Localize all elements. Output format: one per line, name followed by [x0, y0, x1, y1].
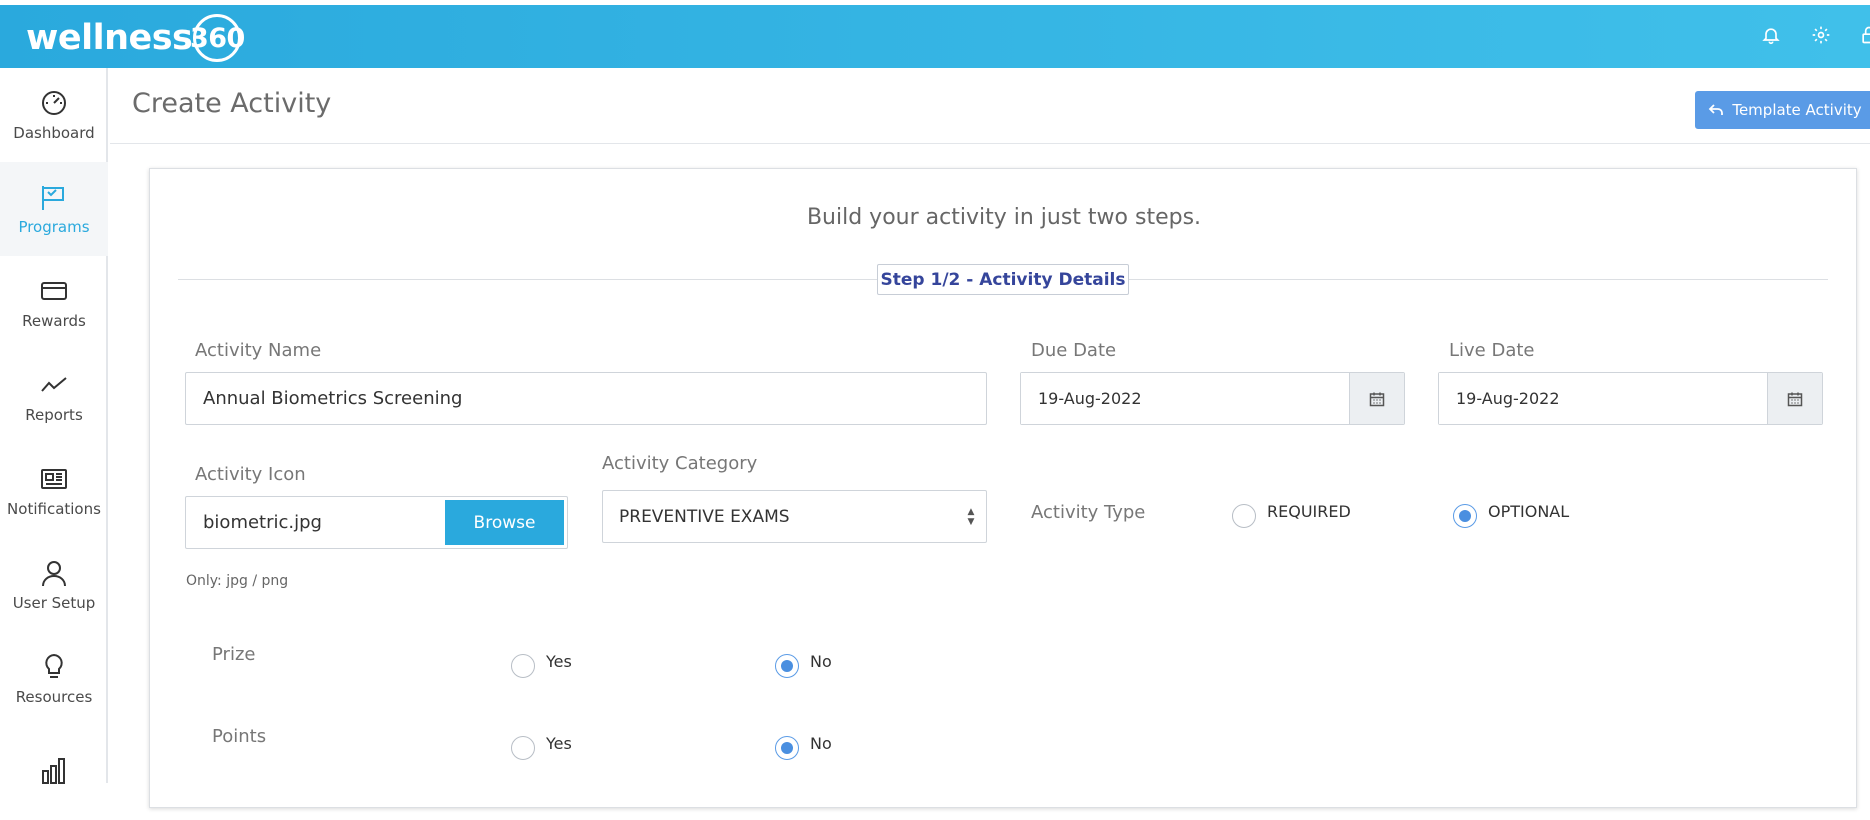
sidebar-item-user-setup[interactable]: User Setup: [0, 538, 108, 632]
sidebar-item-resources[interactable]: Resources: [0, 632, 108, 726]
activity-icon-filename: biometric.jpg: [203, 512, 322, 533]
sidebar-item-rewards[interactable]: Rewards: [0, 256, 108, 350]
activity-icon-field: biometric.jpg Browse: [185, 496, 568, 549]
points-no-radio[interactable]: [775, 736, 799, 760]
prize-yes-label: Yes: [546, 652, 572, 671]
step-badge: Step 1/2 - Activity Details: [877, 264, 1129, 295]
sidebar-item-reports[interactable]: Reports: [0, 350, 108, 444]
lock-icon[interactable]: [1859, 25, 1870, 49]
sidebar-item-notifications[interactable]: Notifications: [0, 444, 108, 538]
calendar-icon[interactable]: [1349, 373, 1404, 424]
lightbulb-icon: [45, 653, 63, 678]
bell-icon[interactable]: [1761, 25, 1785, 49]
page-header: Create Activity Template Activity: [110, 68, 1870, 144]
card-heading: Build your activity in just two steps.: [806, 205, 1202, 230]
activity-type-optional-radio[interactable]: [1453, 504, 1477, 528]
sidebar-item-programs[interactable]: Programs: [0, 162, 108, 256]
activity-icon-label: Activity Icon: [195, 464, 306, 485]
points-yes-radio[interactable]: [511, 736, 535, 760]
due-date-label: Due Date: [1031, 340, 1117, 361]
activity-form-card: Build your activity in just two steps. S…: [149, 168, 1857, 808]
activity-type-optional-label: OPTIONAL: [1488, 502, 1570, 521]
activity-type-required-radio[interactable]: [1232, 504, 1256, 528]
select-arrows-icon: ▲ ▼: [967, 506, 975, 527]
sidebar-item-label: Resources: [15, 688, 93, 706]
bar-chart-icon: [42, 758, 65, 784]
reply-arrow-icon: [1709, 104, 1724, 115]
due-date-field: [1020, 372, 1405, 425]
calendar-icon[interactable]: [1767, 373, 1822, 424]
live-date-label: Live Date: [1449, 340, 1535, 361]
activity-category-select[interactable]: PREVENTIVE EXAMS ▲ ▼: [602, 490, 987, 543]
prize-no-label: No: [810, 652, 832, 671]
logo-text: wellness: [26, 18, 193, 58]
live-date-field: [1438, 372, 1823, 425]
gear-icon[interactable]: [1811, 25, 1835, 49]
activity-name-input[interactable]: [185, 372, 987, 425]
sidebar-item-dashboard[interactable]: Dashboard: [0, 68, 108, 162]
activity-category-value: PREVENTIVE EXAMS: [619, 506, 790, 527]
top-bar: wellness 360: [0, 5, 1870, 68]
points-no-label: No: [810, 734, 832, 753]
trend-line-icon: [41, 377, 67, 392]
prize-label: Prize: [212, 644, 256, 665]
activity-category-label: Activity Category: [602, 453, 758, 474]
sidebar-item-label: User Setup: [12, 594, 96, 612]
logo-number: 360: [190, 14, 245, 62]
points-yes-label: Yes: [546, 734, 572, 753]
points-label: Points: [212, 726, 267, 747]
activity-type-required-label: REQUIRED: [1267, 502, 1351, 521]
sidebar-item-label: Reports: [25, 406, 83, 424]
activity-type-label: Activity Type: [1031, 502, 1146, 523]
due-date-input[interactable]: [1021, 373, 1349, 424]
sidebar-item-label: Rewards: [22, 312, 86, 330]
user-icon: [42, 561, 66, 587]
flag-icon: [42, 186, 64, 210]
newspaper-icon: [41, 469, 67, 489]
template-activity-button[interactable]: Template Activity: [1695, 91, 1870, 129]
credit-card-icon: [41, 282, 67, 300]
icon-hint: Only: jpg / png: [186, 573, 289, 589]
activity-name-label: Activity Name: [195, 340, 322, 361]
template-activity-label: Template Activity: [1732, 101, 1862, 119]
sidebar-item-label: Notifications: [7, 500, 101, 518]
browse-button[interactable]: Browse: [445, 500, 564, 545]
live-date-input[interactable]: [1439, 373, 1767, 424]
page-title: Create Activity: [132, 88, 332, 119]
speedometer-icon: [42, 91, 66, 115]
sidebar-item-analytics[interactable]: [0, 726, 108, 820]
prize-yes-radio[interactable]: [511, 654, 535, 678]
prize-no-radio[interactable]: [775, 654, 799, 678]
wellness360-logo[interactable]: wellness 360: [26, 13, 245, 63]
sidebar-item-label: Dashboard: [13, 124, 95, 142]
sidebar-item-label: Programs: [18, 218, 90, 236]
sidebar: Dashboard Programs Rewards Reports Notif…: [0, 68, 108, 784]
